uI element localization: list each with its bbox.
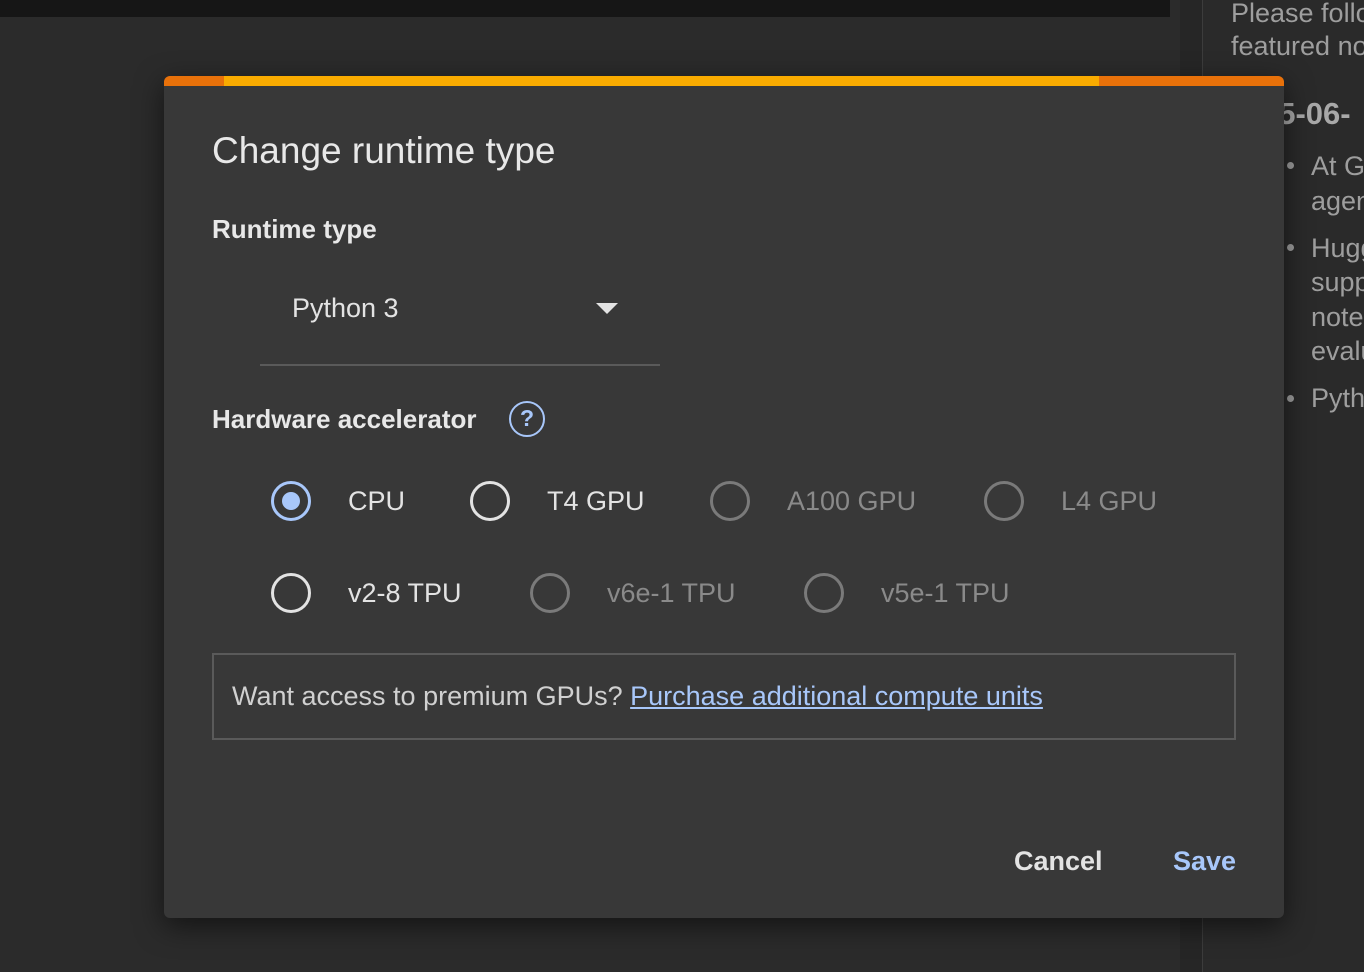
dropdown-arrow-icon — [596, 303, 618, 314]
bullet-dot — [1287, 395, 1294, 402]
cancel-button[interactable]: Cancel — [1014, 848, 1103, 875]
radio-disabled-icon — [530, 573, 570, 613]
hardware-accelerator-label: Hardware accelerator — [212, 404, 477, 434]
bullet-dot — [1287, 162, 1294, 169]
dialog-accent-bar — [164, 76, 1284, 86]
runtime-type-value: Python 3 — [292, 293, 399, 323]
premium-gpu-info-box: Want access to premium GPUs? Purchase ad… — [212, 653, 1236, 740]
panel-bullet-line: note — [1311, 302, 1364, 332]
radio-unchecked-icon — [271, 573, 311, 613]
dialog-title: Change runtime type — [212, 130, 556, 171]
save-button[interactable]: Save — [1173, 848, 1236, 875]
info-message: Want access to premium GPUs? — [232, 681, 631, 711]
bullet-dot — [1287, 244, 1294, 251]
panel-bullet-line: At G — [1311, 151, 1364, 181]
premium-gpu-info-text: Want access to premium GPUs? Purchase ad… — [232, 683, 1043, 710]
radio-v5e-1-tpu: v5e-1 TPU — [804, 573, 1024, 621]
radio-v6e-1-tpu: v6e-1 TPU — [530, 573, 750, 621]
radio-label: A100 GPU — [787, 486, 917, 516]
panel-bullet-line: evalu — [1311, 336, 1364, 366]
radio-disabled-icon — [984, 481, 1024, 521]
change-runtime-dialog: Change runtime type Runtime type Python … — [164, 76, 1284, 918]
help-icon[interactable]: ? — [509, 401, 545, 437]
purchase-compute-units-link[interactable]: Purchase additional compute units — [630, 681, 1043, 711]
panel-bullet-line: agen — [1311, 186, 1364, 216]
panel-bullet-line: supp — [1311, 267, 1364, 297]
radio-label: v2-8 TPU — [348, 578, 462, 608]
radio-t4-gpu[interactable]: T4 GPU — [470, 481, 660, 529]
panel-text-line: Please follo — [1231, 0, 1364, 28]
panel-text-line: featured no — [1231, 31, 1364, 61]
background-toolbar — [0, 0, 1170, 17]
panel-bullet-line: Pyth — [1311, 383, 1364, 413]
panel-bullet-line: Hugg — [1311, 233, 1364, 263]
radio-cpu[interactable]: CPU — [271, 481, 421, 529]
radio-label: T4 GPU — [547, 486, 645, 516]
radio-label: CPU — [348, 486, 406, 516]
radio-l4-gpu: L4 GPU — [984, 481, 1184, 529]
radio-a100-gpu: A100 GPU — [710, 481, 930, 529]
radio-label: v5e-1 TPU — [881, 578, 1010, 608]
radio-checked-icon — [271, 481, 311, 521]
radio-unchecked-icon — [470, 481, 510, 521]
radio-v2-8-tpu[interactable]: v2-8 TPU — [271, 573, 481, 621]
radio-label: L4 GPU — [1061, 486, 1158, 516]
runtime-type-label: Runtime type — [212, 214, 377, 244]
radio-label: v6e-1 TPU — [607, 578, 736, 608]
radio-disabled-icon — [710, 481, 750, 521]
radio-disabled-icon — [804, 573, 844, 613]
runtime-type-select[interactable]: Python 3 — [260, 276, 660, 366]
